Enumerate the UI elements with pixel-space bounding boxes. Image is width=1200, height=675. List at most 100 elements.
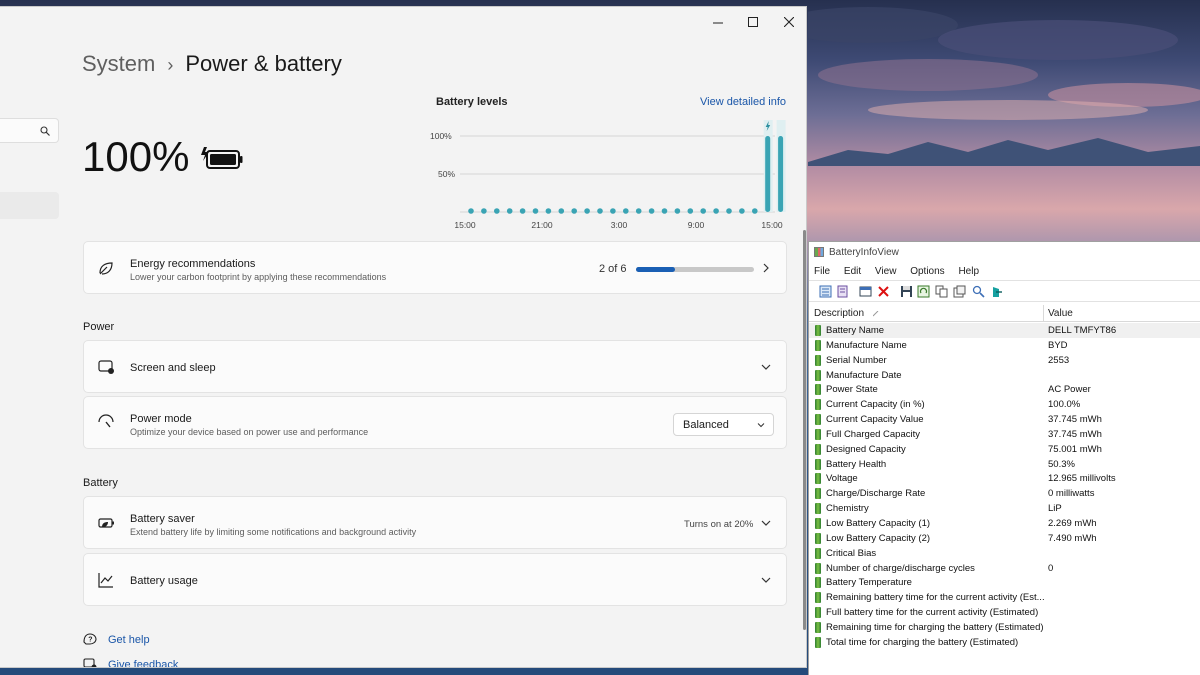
- row-value: 75.001 mWh: [1048, 443, 1102, 455]
- list-item[interactable]: Low Battery Capacity (2) 7.490 mWh: [809, 531, 1200, 546]
- row-description: Designed Capacity: [826, 443, 906, 455]
- list-item[interactable]: Total time for charging the battery (Est…: [809, 635, 1200, 650]
- chevron-down-icon: [761, 364, 771, 370]
- chart-line-icon: [98, 572, 113, 588]
- row-description: Low Battery Capacity (1): [826, 517, 931, 529]
- energy-recommendations-card[interactable]: Energy recommendations Lower your carbon…: [83, 241, 787, 294]
- list-item[interactable]: Battery Name DELL TMFYT86: [809, 323, 1200, 338]
- list-item[interactable]: Manufacture Name BYD: [809, 338, 1200, 353]
- battery-point: [558, 208, 565, 214]
- copy-icon[interactable]: [935, 285, 948, 298]
- battery-section-header: Battery: [83, 477, 118, 489]
- biv-title: BatteryInfoView: [829, 247, 899, 258]
- list-item[interactable]: Manufacture Date: [809, 368, 1200, 383]
- search-icon: [40, 126, 50, 136]
- refresh-icon[interactable]: [917, 285, 930, 298]
- list-item[interactable]: Chemistry LiP: [809, 501, 1200, 516]
- row-description: Full Charged Capacity: [826, 428, 920, 440]
- list-item[interactable]: Battery Health 50.3%: [809, 457, 1200, 472]
- list-item[interactable]: Battery Temperature: [809, 575, 1200, 590]
- give-feedback-link[interactable]: Give feedback: [108, 659, 178, 667]
- y-tick-50: 50%: [438, 169, 455, 179]
- screen-and-sleep-card[interactable]: Screen and sleep: [83, 340, 787, 393]
- battery-saver-card[interactable]: Battery saver Extend battery life by lim…: [83, 496, 787, 549]
- list-item[interactable]: Current Capacity Value 37.745 mWh: [809, 412, 1200, 427]
- energy-progress-fill: [636, 267, 675, 272]
- power-mode-select[interactable]: Balanced: [673, 413, 774, 436]
- battery-point: [700, 208, 706, 214]
- battery-bar: [765, 136, 771, 212]
- battery-row-icon: [815, 414, 821, 426]
- list-item[interactable]: Full battery time for the current activi…: [809, 605, 1200, 620]
- list-item[interactable]: Number of charge/discharge cycles 0: [809, 561, 1200, 576]
- row-value: 2.269 mWh: [1048, 517, 1097, 529]
- list-item[interactable]: Remaining battery time for the current a…: [809, 590, 1200, 605]
- screen-sleep-icon: [98, 359, 114, 374]
- list-item[interactable]: Charge/Discharge Rate 0 milliwatts: [809, 486, 1200, 501]
- list-item[interactable]: Designed Capacity 75.001 mWh: [809, 442, 1200, 457]
- menu-options[interactable]: Options: [910, 266, 944, 277]
- menu-view[interactable]: View: [875, 266, 897, 277]
- menu-file[interactable]: File: [814, 266, 830, 277]
- battery-row-icon: [815, 532, 821, 544]
- battery-row-icon: [815, 517, 821, 529]
- menu-edit[interactable]: Edit: [844, 266, 861, 277]
- row-description: Power State: [826, 384, 878, 396]
- sidebar-item-system[interactable]: [0, 192, 59, 219]
- list-item[interactable]: Power State AC Power: [809, 382, 1200, 397]
- battery-point: [610, 208, 616, 214]
- battery-percentage: 100%: [82, 133, 190, 180]
- list-item[interactable]: Low Battery Capacity (1) 2.269 mWh: [809, 516, 1200, 531]
- window-icon[interactable]: [859, 285, 872, 298]
- battery-info-view-icon[interactable]: [819, 285, 832, 298]
- row-description: Battery Health: [826, 458, 887, 470]
- battery-row-icon: [815, 636, 821, 648]
- battery-saver-title: Battery saver: [130, 513, 195, 525]
- list-item[interactable]: Critical Bias: [809, 546, 1200, 561]
- list-item[interactable]: Current Capacity (in %) 100.0%: [809, 397, 1200, 412]
- close-button[interactable]: [771, 7, 806, 37]
- menu-help[interactable]: Help: [958, 266, 979, 277]
- battery-log-view-icon[interactable]: [836, 285, 849, 298]
- row-description: Battery Temperature: [826, 577, 912, 589]
- settings-scrollbar[interactable]: [803, 230, 806, 630]
- biv-titlebar: BatteryInfoView: [809, 242, 1200, 264]
- column-description[interactable]: Description: [814, 308, 864, 319]
- battery-point: [648, 208, 655, 214]
- list-item[interactable]: Serial Number 2553: [809, 353, 1200, 368]
- view-detailed-info-link[interactable]: View detailed info: [700, 96, 786, 108]
- screen-sleep-title: Screen and sleep: [130, 362, 216, 374]
- x-tick-label: 9:00: [688, 220, 705, 230]
- x-tick-label: 15:00: [454, 220, 476, 230]
- exit-icon[interactable]: [990, 285, 1003, 298]
- save-icon[interactable]: [900, 285, 913, 298]
- energy-progress-bar: [636, 267, 754, 272]
- minimize-button[interactable]: [700, 7, 736, 37]
- battery-point: [726, 208, 732, 214]
- maximize-button[interactable]: [735, 7, 771, 37]
- column-value[interactable]: Value: [1048, 308, 1073, 319]
- column-separator[interactable]: [1043, 305, 1044, 322]
- battery-usage-card[interactable]: Battery usage: [83, 553, 787, 606]
- delete-icon[interactable]: [877, 285, 890, 298]
- battery-point: [468, 208, 474, 214]
- row-description: Chemistry: [826, 503, 869, 515]
- list-item[interactable]: Remaining time for charging the battery …: [809, 620, 1200, 635]
- properties-icon[interactable]: [953, 285, 966, 298]
- breadcrumb-system[interactable]: System: [82, 51, 155, 76]
- find-icon[interactable]: [972, 285, 985, 298]
- row-value: 100.0%: [1048, 399, 1081, 411]
- battery-saver-icon: [98, 517, 114, 528]
- list-item[interactable]: Full Charged Capacity 37.745 mWh: [809, 427, 1200, 442]
- settings-search-input[interactable]: [0, 118, 59, 143]
- battery-point: [661, 208, 668, 214]
- list-item[interactable]: Voltage 12.965 millivolts: [809, 471, 1200, 486]
- svg-text:?: ?: [88, 637, 92, 644]
- battery-point: [532, 208, 539, 214]
- biv-list: Battery Name DELL TMFYT86 Manufacture Name…: [809, 323, 1200, 650]
- row-description: Battery Name: [826, 325, 885, 336]
- row-description: Voltage: [826, 473, 858, 485]
- get-help-link[interactable]: Get help: [108, 634, 150, 646]
- battery-point: [687, 208, 694, 214]
- battery-row-icon: [815, 325, 821, 336]
